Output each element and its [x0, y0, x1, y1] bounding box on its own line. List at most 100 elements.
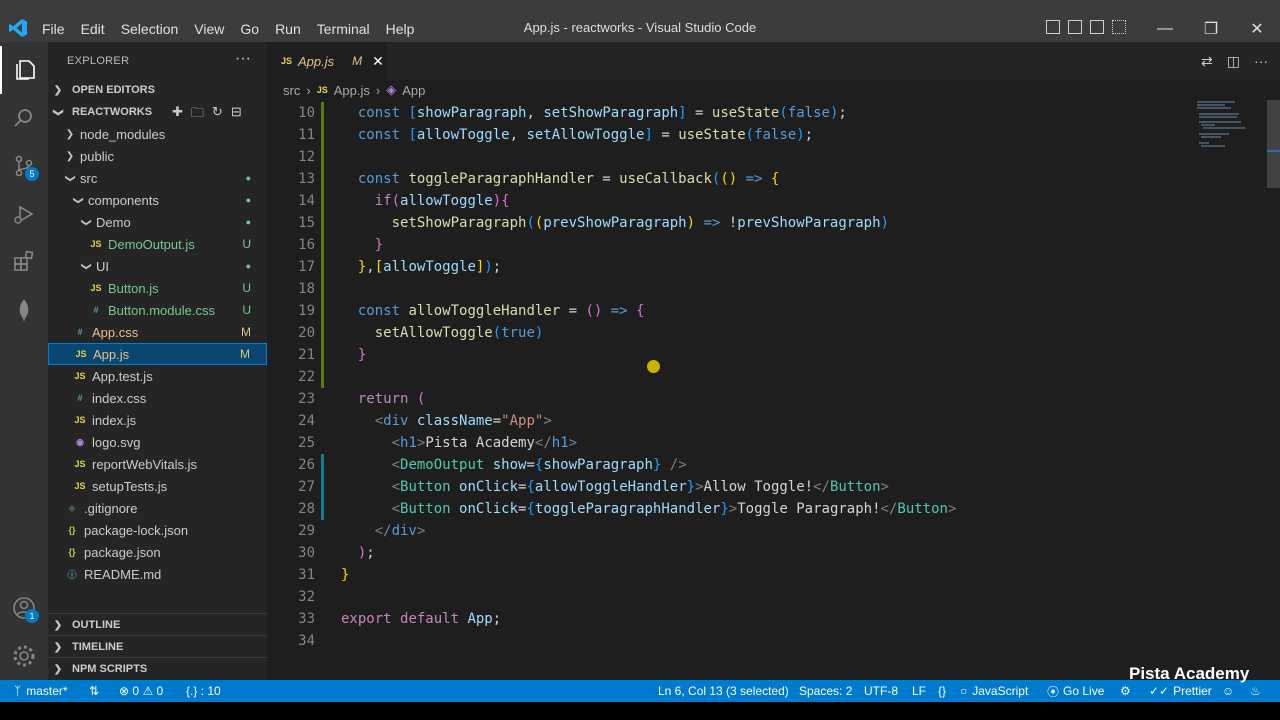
close-tab-icon[interactable]: ✕	[372, 53, 384, 70]
menu-terminal[interactable]: Terminal	[309, 21, 378, 37]
code-token: (	[526, 215, 535, 231]
editor-more-icon[interactable]: ···	[1254, 53, 1268, 70]
menu-go[interactable]: Go	[232, 21, 267, 37]
problems-status[interactable]: ⊗ 0 ⚠ 0	[119, 680, 163, 702]
npm-scripts-section[interactable]: ❯ NPM SCRIPTS	[48, 657, 267, 680]
line-number: 30	[298, 545, 315, 561]
code-line: 33 export default App;	[267, 608, 1207, 630]
outline-section[interactable]: ❯ OUTLINE	[48, 613, 267, 636]
branch-status[interactable]: ᛉ master*	[14, 680, 68, 702]
language-mode[interactable]: ○ JavaScript	[960, 680, 1028, 702]
tree-item[interactable]: # index.css	[48, 387, 267, 409]
code-line: 30 );	[267, 542, 1207, 564]
sync-icon[interactable]: ⇅	[89, 680, 99, 702]
extensions-icon[interactable]	[0, 238, 48, 286]
js-file-icon: JS	[74, 459, 86, 469]
tree-item[interactable]: JS App.test.js	[48, 365, 267, 387]
tree-item[interactable]: ❯ Demo ●	[48, 211, 267, 233]
go-live[interactable]: ⦿ Go Live	[1047, 680, 1104, 702]
git-gutter-mark	[321, 146, 324, 168]
notifications-bell-icon[interactable]: ♨	[1250, 680, 1261, 702]
open-changes-icon[interactable]: ⇄	[1201, 53, 1213, 70]
split-editor-icon[interactable]: ◫	[1227, 53, 1240, 70]
minimap[interactable]	[1195, 100, 1257, 160]
toggle-panel-icon[interactable]	[1068, 20, 1082, 34]
activity-bar: 5 1	[0, 42, 48, 680]
code-token: <	[391, 435, 401, 451]
code-token: prevShowParagraph	[543, 215, 687, 231]
tree-item[interactable]: ❯ components ●	[48, 189, 267, 211]
code-text: <div className="App">	[341, 410, 552, 432]
open-editors-section[interactable]: ❯ OPEN EDITORS	[48, 79, 267, 101]
line-number: 17	[298, 259, 315, 275]
code-text: const toggleParagraphHandler = useCallba…	[341, 168, 780, 190]
code-token: />	[661, 457, 687, 473]
encoding[interactable]: UTF-8	[864, 680, 898, 702]
cursor-position[interactable]: Ln 6, Col 13 (3 selected)	[658, 680, 789, 702]
vertical-scrollbar[interactable]	[1267, 100, 1280, 680]
tab-app-js[interactable]: JS App.js M ✕	[267, 42, 387, 80]
menu-file[interactable]: File	[34, 21, 73, 37]
code-token: [	[408, 105, 417, 121]
tree-item[interactable]: ❯ public	[48, 145, 267, 167]
code-text: <Button onClick={allowToggleHandler}>All…	[341, 476, 889, 498]
customize-layout-icon[interactable]	[1112, 20, 1126, 34]
tree-item[interactable]: # Button.module.css U	[48, 299, 267, 321]
braces-icon[interactable]: {}	[938, 680, 946, 702]
menu-help[interactable]: Help	[378, 21, 423, 37]
code-token: <	[391, 501, 401, 517]
menu-edit[interactable]: Edit	[73, 21, 113, 37]
code-line: 34	[267, 630, 1207, 652]
tree-item[interactable]: JS App.js M	[48, 343, 267, 365]
tree-item[interactable]: JS index.js	[48, 409, 267, 431]
code-token: }	[341, 567, 350, 583]
menu-run[interactable]: Run	[267, 21, 309, 37]
code-line: 22	[267, 366, 1207, 388]
menu-view[interactable]: View	[186, 21, 232, 37]
tree-item[interactable]: JS Button.js U	[48, 277, 267, 299]
end-of-line[interactable]: LF	[912, 680, 926, 702]
tree-item[interactable]: ❯ node_modules	[48, 123, 267, 145]
timeline-section[interactable]: ❯ TIMELINE	[48, 635, 267, 658]
accounts-badge: 1	[25, 609, 39, 623]
toggle-sidebar-icon[interactable]	[1046, 20, 1060, 34]
accounts-icon[interactable]: 1	[0, 584, 48, 632]
json-file-icon: {}	[68, 525, 76, 535]
watermark: Pista Academy	[1129, 664, 1250, 683]
breadcrumb-symbol[interactable]: App	[402, 83, 425, 98]
toggle-secondary-sidebar-icon[interactable]	[1090, 20, 1104, 34]
selector-status[interactable]: {.} : 10	[186, 680, 221, 702]
search-icon[interactable]	[0, 94, 48, 142]
settings-gear-icon[interactable]	[0, 632, 48, 680]
more-actions-icon[interactable]: ···	[235, 50, 251, 68]
tree-item[interactable]: ◆ .gitignore	[48, 497, 267, 519]
tree-item[interactable]: JS reportWebVitals.js	[48, 453, 267, 475]
menu-selection[interactable]: Selection	[113, 21, 187, 37]
tree-item[interactable]: ❯ src ●	[48, 167, 267, 189]
breadcrumb-src[interactable]: src	[283, 83, 300, 98]
tree-item-label: index.js	[92, 412, 137, 428]
tree-item[interactable]: {} package-lock.json	[48, 519, 267, 541]
code-token: default	[400, 611, 468, 627]
mongodb-leaf-icon[interactable]	[0, 286, 48, 334]
project-section[interactable]: ❯ REACTWORKS ✚ 🗀 ↻ ⊟	[48, 101, 267, 123]
tree-item[interactable]: ❯ UI ●	[48, 255, 267, 277]
tree-item[interactable]: ◉ logo.svg	[48, 431, 267, 453]
source-control-icon[interactable]: 5	[0, 142, 48, 190]
code-line: 17 },[allowToggle]);	[267, 256, 1207, 278]
code-token: (	[416, 391, 426, 407]
explorer-icon[interactable]	[0, 46, 48, 94]
breadcrumb-file[interactable]: App.js	[334, 83, 370, 98]
tree-item[interactable]: JS DemoOutput.js U	[48, 233, 267, 255]
video-bottom-bar	[0, 702, 1280, 720]
git-branch-icon: ᛉ	[14, 684, 22, 698]
tree-item[interactable]: # App.css M	[48, 321, 267, 343]
tree-item[interactable]: {} package.json	[48, 541, 267, 563]
tree-item[interactable]: ⓘ README.md	[48, 563, 267, 585]
code-line: 15 setShowParagraph((prevShowParagraph) …	[267, 212, 1207, 234]
run-debug-icon[interactable]	[0, 190, 48, 238]
tree-item-label: README.md	[84, 566, 162, 582]
indentation[interactable]: Spaces: 2	[799, 680, 852, 702]
tree-item[interactable]: JS setupTests.js	[48, 475, 267, 497]
